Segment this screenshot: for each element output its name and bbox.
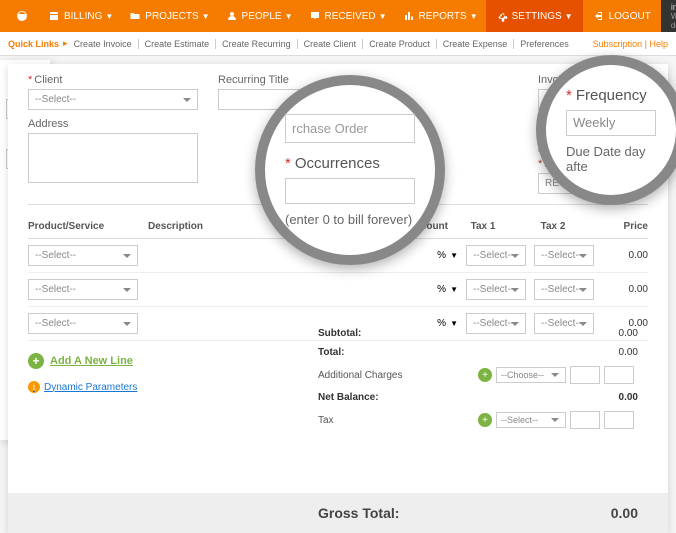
projects-nav[interactable]: PROJECTS▼ [121, 0, 217, 32]
logout-nav[interactable]: LOGOUT [583, 0, 661, 32]
address-label: Address [28, 118, 198, 130]
frequency-input[interactable] [566, 110, 656, 136]
plus-icon: + [28, 353, 44, 369]
occurrences-label: *Occurrences [285, 155, 415, 172]
address-textarea[interactable] [28, 133, 198, 183]
tax1-select[interactable]: --Select-- [466, 279, 526, 300]
client-label: *Client [28, 74, 198, 86]
occurrences-hint: (enter 0 to bill forever) [285, 212, 415, 227]
occurrences-input[interactable] [285, 178, 415, 204]
quicklinks-label: Quick Links [8, 39, 59, 49]
ql-create-client[interactable]: Create Client [298, 39, 364, 49]
settings-nav[interactable]: SETTINGS▼ [486, 0, 583, 32]
gross-total-bar: Gross Total: 0.00 [8, 493, 668, 533]
purchase-order-input[interactable]: rchase Order [285, 114, 415, 143]
info-icon: i [28, 381, 40, 393]
line-price: 0.00 [598, 284, 648, 295]
ql-create-expense[interactable]: Create Expense [437, 39, 515, 49]
zoom-occurrences: rchase Order *Occurrences (enter 0 to bi… [255, 75, 445, 265]
add-charge-icon[interactable]: + [478, 368, 492, 382]
dashboard-nav[interactable] [8, 0, 40, 32]
user-info: invoiceratest Welcome demo [661, 0, 676, 32]
product-select[interactable]: --Select-- [28, 245, 138, 266]
tax2-select[interactable]: --Select-- [534, 279, 594, 300]
ql-subscription-help[interactable]: Subscription | Help [593, 39, 668, 49]
ql-create-recurring[interactable]: Create Recurring [216, 39, 298, 49]
billing-nav[interactable]: BILLING▼ [40, 0, 121, 32]
ql-create-estimate[interactable]: Create Estimate [139, 39, 217, 49]
people-nav[interactable]: PEOPLE▼ [218, 0, 301, 32]
ql-create-product[interactable]: Create Product [363, 39, 437, 49]
received-nav[interactable]: RECEIVED▼ [301, 0, 395, 32]
line-price: 0.00 [598, 250, 648, 261]
zoom-frequency: *Frequency Due Date day afte [536, 55, 676, 205]
add-tax-icon[interactable]: + [478, 413, 492, 427]
client-select[interactable]: --Select-- [28, 89, 198, 110]
ql-preferences[interactable]: Preferences [514, 39, 575, 49]
reports-nav[interactable]: REPORTS▼ [395, 0, 486, 32]
tax-select[interactable]: --Select-- [496, 412, 566, 428]
table-row: --Select-- %▼ --Select-- --Select-- 0.00 [28, 273, 648, 307]
frequency-label: *Frequency [566, 87, 656, 104]
quicklinks-bar: Quick Links▸ Create Invoice Create Estim… [0, 32, 676, 56]
product-select[interactable]: --Select-- [28, 313, 138, 334]
tax1-select[interactable]: --Select-- [466, 245, 526, 266]
addl-charge-select[interactable]: --Choose-- [496, 367, 566, 383]
due-date-label: Due Date day afte [566, 144, 656, 174]
totals-panel: Subtotal:0.00 Total:0.00 Additional Char… [318, 324, 638, 433]
top-navbar: BILLING▼ PROJECTS▼ PEOPLE▼ RECEIVED▼ REP… [0, 0, 676, 32]
ql-create-invoice[interactable]: Create Invoice [68, 39, 139, 49]
product-select[interactable]: --Select-- [28, 279, 138, 300]
tax2-select[interactable]: --Select-- [534, 245, 594, 266]
